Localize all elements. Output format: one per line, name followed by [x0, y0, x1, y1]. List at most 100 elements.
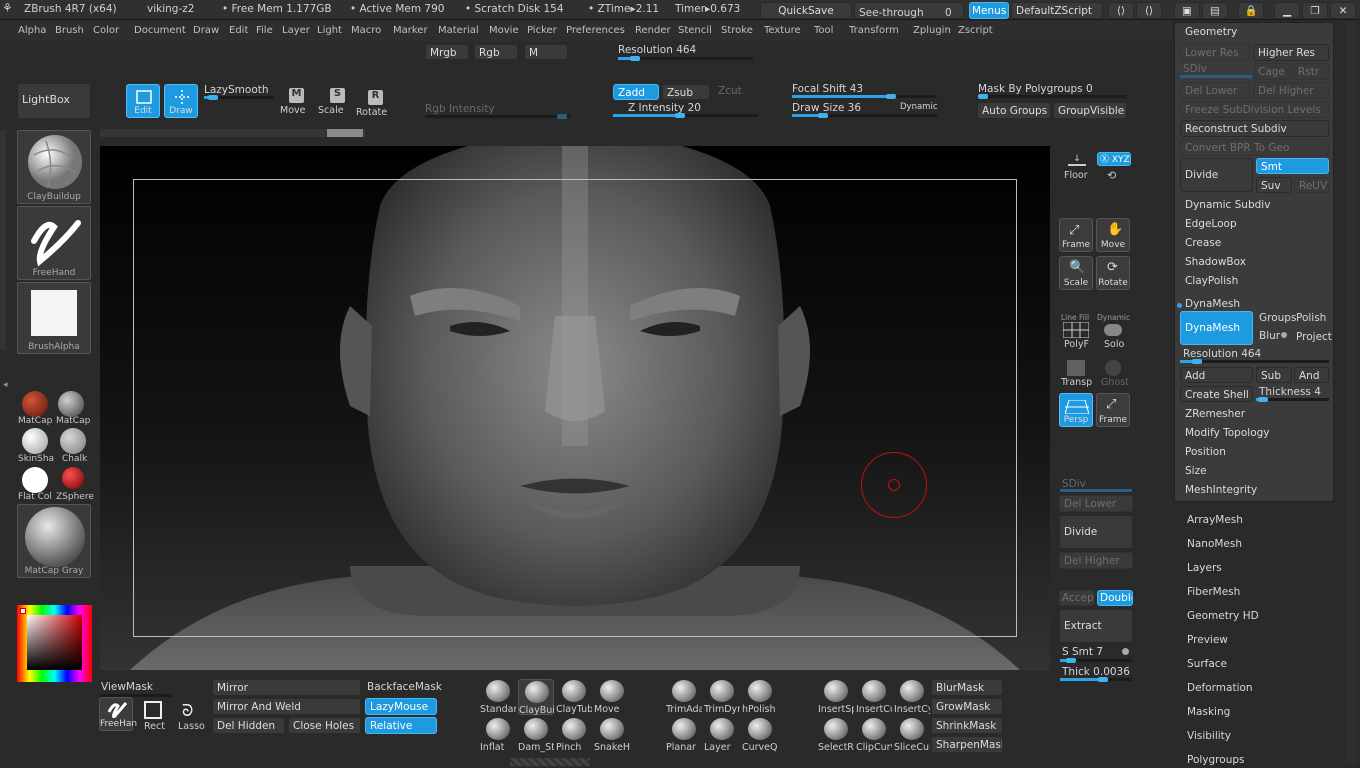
frame-button[interactable]: ⤢ Frame: [1059, 218, 1093, 252]
geometry-shadowbox[interactable]: ShadowBox: [1185, 256, 1246, 268]
auto-groups-button[interactable]: Auto Groups: [977, 102, 1051, 119]
subpalette-preview[interactable]: Preview: [1187, 634, 1228, 646]
maximize-icon[interactable]: ❐: [1302, 2, 1328, 19]
transparency-button[interactable]: Transp: [1059, 356, 1093, 390]
thick-slider[interactable]: [1060, 677, 1132, 682]
suv-toggle[interactable]: Suv: [1256, 177, 1292, 193]
menu-tool[interactable]: Tool: [814, 25, 833, 36]
subpalette-masking[interactable]: Masking: [1187, 706, 1230, 718]
divide-button[interactable]: Divide: [1180, 158, 1253, 192]
geometry-modify-topology[interactable]: Modify Topology: [1185, 427, 1270, 439]
zsphere-icon[interactable]: [62, 467, 84, 489]
floor-button[interactable]: ↓ Floor: [1060, 150, 1094, 184]
sharpenmask-button[interactable]: SharpenMask: [931, 736, 1003, 753]
blurmask-button[interactable]: BlurMask: [931, 679, 1003, 696]
del-hidden-button[interactable]: Del Hidden: [212, 717, 285, 734]
draw-mode-button[interactable]: Draw: [164, 84, 198, 118]
stroke-thumbnail[interactable]: FreeHand: [17, 206, 91, 280]
perspective-button[interactable]: Persp: [1059, 393, 1093, 427]
add-button[interactable]: Add: [1180, 367, 1253, 383]
active-tab[interactable]: [327, 129, 363, 137]
ghost-button[interactable]: Ghost: [1096, 356, 1130, 390]
backface-mask-toggle[interactable]: BackfaceMask: [367, 681, 442, 693]
dynamesh-button[interactable]: DynaMesh: [1180, 311, 1253, 345]
dynamic-size-toggle[interactable]: Dynamic: [900, 102, 938, 112]
scale-view-button[interactable]: 🔍 Scale: [1059, 256, 1093, 290]
brush-standar[interactable]: Standar: [480, 679, 516, 715]
reuv-toggle[interactable]: ReUV: [1294, 177, 1329, 193]
menu-color[interactable]: Color: [93, 25, 119, 36]
thickness-slider[interactable]: [1256, 397, 1329, 402]
subpalette-nanomesh[interactable]: NanoMesh: [1187, 538, 1242, 550]
menu-draw[interactable]: Draw: [193, 25, 219, 36]
bottom-tray-handle[interactable]: [510, 758, 590, 766]
alpha-thumbnail[interactable]: BrushAlpha: [17, 282, 91, 354]
close-icon[interactable]: ✕: [1330, 2, 1356, 19]
solo-button[interactable]: Dynamic Solo: [1096, 313, 1130, 350]
rotate-view-button[interactable]: ⟳ Rotate: [1096, 256, 1130, 290]
resolution-slider[interactable]: [618, 56, 753, 61]
sdiv-slider[interactable]: [1180, 75, 1252, 78]
current-material-thumbnail[interactable]: MatCap Gray: [17, 504, 91, 578]
mrgb-button[interactable]: Mrgb: [425, 44, 469, 60]
geometry-title[interactable]: Geometry: [1185, 26, 1237, 38]
skinshade-icon[interactable]: [22, 428, 48, 454]
matcap-red-icon[interactable]: [22, 391, 48, 417]
accept-button[interactable]: Accept: [1059, 590, 1095, 606]
rstr-button[interactable]: Rstr: [1294, 63, 1329, 80]
freehand-select-button[interactable]: FreeHan: [99, 697, 137, 731]
rgb-intensity-slider[interactable]: [425, 114, 571, 119]
lower-res-button[interactable]: Lower Res: [1180, 44, 1250, 61]
dynamesh-title[interactable]: DynaMesh: [1185, 298, 1240, 310]
move-view-button[interactable]: ✋ Move: [1096, 218, 1130, 252]
geometry-claypolish[interactable]: ClayPolish: [1185, 275, 1238, 287]
m-button[interactable]: M: [524, 44, 568, 60]
brush-insertsp[interactable]: InsertSp: [818, 679, 854, 715]
geometry-crease[interactable]: Crease: [1185, 237, 1221, 249]
move-button[interactable]: M Move: [280, 88, 306, 118]
focal-shift-slider[interactable]: [792, 94, 937, 99]
lazysmooth-slider[interactable]: [204, 95, 274, 100]
mirror-button[interactable]: Mirror: [212, 679, 361, 696]
reconstruct-subdiv-button[interactable]: Reconstruct Subdiv: [1180, 120, 1329, 137]
zcut-button[interactable]: Zcut: [718, 85, 742, 97]
menu-preferences[interactable]: Preferences: [566, 25, 625, 36]
menu-alpha[interactable]: Alpha: [18, 25, 46, 36]
lightbox-button[interactable]: LightBox: [17, 83, 91, 119]
del-higher-button[interactable]: Del Higher: [1253, 82, 1329, 99]
double-button[interactable]: Double: [1097, 590, 1133, 606]
subpalette-fibermesh[interactable]: FiberMesh: [1187, 586, 1240, 598]
color-square[interactable]: [27, 615, 82, 670]
menu-material[interactable]: Material: [438, 25, 479, 36]
project-toggle[interactable]: Project: [1296, 331, 1332, 343]
menu-picker[interactable]: Picker: [527, 25, 557, 36]
growmask-button[interactable]: GrowMask: [931, 698, 1003, 715]
ui-layout-icon[interactable]: ▣: [1174, 2, 1200, 19]
subpalette-deformation[interactable]: Deformation: [1187, 682, 1253, 694]
minimize-icon[interactable]: ▁: [1274, 2, 1300, 19]
s-smt-toggle-icon[interactable]: [1122, 648, 1129, 655]
brush-insertcu[interactable]: InsertCu: [856, 679, 892, 715]
frame-mesh-button[interactable]: ⤢ Frame: [1096, 393, 1130, 427]
menu-stencil[interactable]: Stencil: [678, 25, 712, 36]
geometry-dynamic-subdiv[interactable]: Dynamic Subdiv: [1185, 199, 1270, 211]
close-holes-button[interactable]: Close Holes: [288, 717, 361, 734]
divide-button[interactable]: Divide: [1059, 515, 1133, 549]
left-tray-toggle-icon[interactable]: ◂: [3, 380, 10, 404]
sdiv-slider[interactable]: [1060, 489, 1132, 492]
sub-button[interactable]: Sub: [1256, 367, 1292, 383]
lock-icon[interactable]: 🔒: [1238, 2, 1264, 19]
menu-file[interactable]: File: [256, 25, 273, 36]
convert-bpr-button[interactable]: Convert BPR To Geo: [1180, 139, 1329, 156]
rotate-button[interactable]: R Rotate: [356, 90, 387, 120]
color-picker[interactable]: [17, 605, 92, 682]
higher-res-button[interactable]: Higher Res: [1253, 44, 1329, 61]
del-higher-button[interactable]: Del Higher: [1059, 552, 1133, 569]
color-swatch[interactable]: [20, 608, 26, 614]
menu-edit[interactable]: Edit: [229, 25, 248, 36]
groups-toggle[interactable]: Groups: [1259, 312, 1296, 324]
viewport-canvas[interactable]: [100, 146, 1050, 670]
layout-arrows-icon[interactable]: ⟨⟩: [1136, 2, 1162, 19]
brush-inflat[interactable]: Inflat: [480, 717, 516, 753]
lasso-select-button[interactable]: ᘐ Lasso: [176, 699, 208, 733]
